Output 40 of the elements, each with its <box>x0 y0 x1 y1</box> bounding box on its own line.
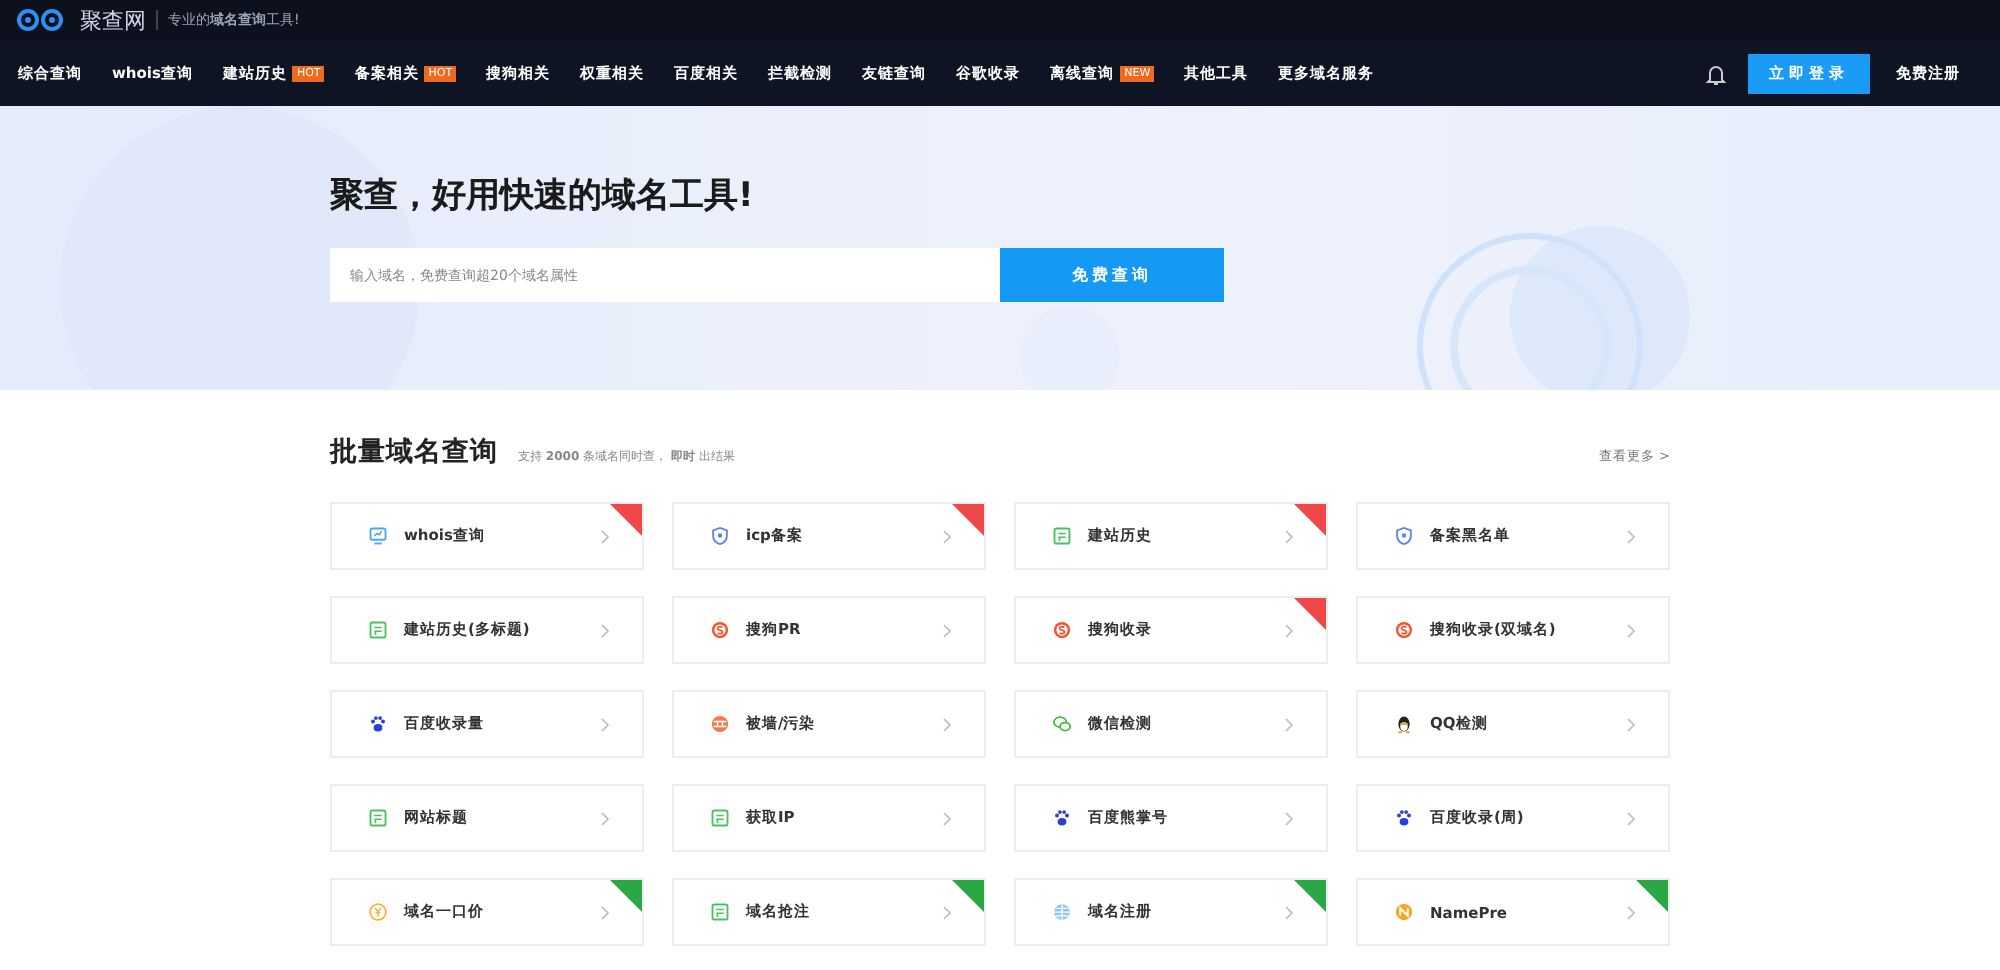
document-icon <box>710 902 730 922</box>
paw-icon <box>368 714 388 734</box>
chevron-icon <box>1626 623 1636 637</box>
bell-icon[interactable] <box>1704 61 1728 85</box>
chevron-icon <box>1284 623 1294 637</box>
chevron-icon <box>1626 529 1636 543</box>
chevron-icon <box>600 529 610 543</box>
paw-icon <box>1052 808 1072 828</box>
penguin-icon <box>1394 714 1414 734</box>
document-icon <box>368 620 388 640</box>
hero-title: 聚查，好用快速的域名工具! <box>330 174 756 218</box>
chevron-icon <box>600 905 610 919</box>
document-icon <box>368 808 388 828</box>
monitor-icon <box>368 526 388 546</box>
chevron-icon <box>1284 529 1294 543</box>
document-icon <box>710 808 730 828</box>
chevron-icon <box>942 529 952 543</box>
shield-icon <box>1394 526 1414 546</box>
paw-icon <box>1394 808 1414 828</box>
chevron-icon <box>600 811 610 825</box>
chevron-icon <box>942 623 952 637</box>
chevron-icon <box>1626 811 1636 825</box>
coin-icon <box>368 902 388 922</box>
logo-text[interactable]: 聚查网 <box>80 5 146 35</box>
section-title: 批量域名查询 <box>330 434 498 470</box>
globe-icon <box>1052 902 1072 922</box>
brick-wall-icon <box>710 714 730 734</box>
shield-icon <box>710 526 730 546</box>
chevron-icon <box>1284 811 1294 825</box>
chevron-icon <box>600 717 610 731</box>
chevron-icon <box>1626 905 1636 919</box>
chat-bubbles-icon <box>1052 714 1072 734</box>
chevron-icon <box>1626 717 1636 731</box>
chevron-icon <box>1284 717 1294 731</box>
document-icon <box>1052 526 1072 546</box>
chevron-icon <box>1284 905 1294 919</box>
chevron-icon <box>600 623 610 637</box>
chevron-icon <box>942 811 952 825</box>
chevron-icon <box>942 905 952 919</box>
chevron-icon <box>942 717 952 731</box>
